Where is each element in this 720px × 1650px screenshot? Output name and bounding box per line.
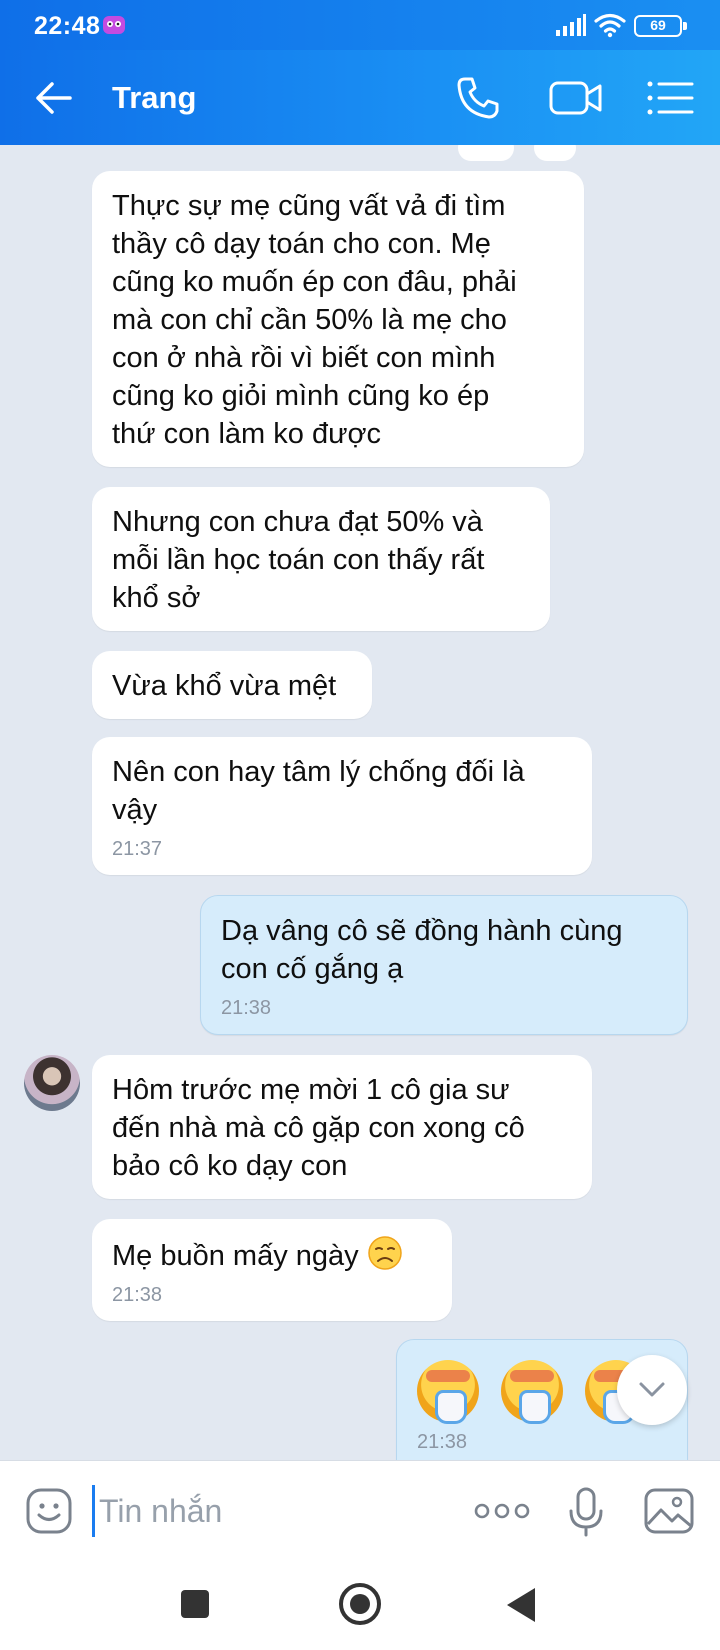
message-text-body: Mẹ buồn mấy ngày bbox=[112, 1240, 359, 1272]
message-input[interactable]: Tin nhắn bbox=[92, 1485, 452, 1537]
status-bar: 22:48 69 bbox=[0, 0, 720, 50]
back-arrow-icon[interactable] bbox=[30, 76, 76, 120]
message-bubble-outgoing[interactable]: Dạ vâng cô sẽ đồng hành cùng con cố gắng… bbox=[200, 895, 688, 1035]
message-list[interactable]: Thực sự mẹ cũng vất vả đi tìm thầy cô dạ… bbox=[0, 145, 720, 1460]
message-time: 21:38 bbox=[221, 997, 272, 1019]
sticker-icon[interactable] bbox=[26, 1488, 72, 1534]
crying-face-emoji bbox=[501, 1360, 563, 1424]
battery-icon: 69 bbox=[634, 15, 687, 37]
message-input-bar: Tin nhắn bbox=[0, 1460, 720, 1560]
message-text: Hôm trước mẹ mời 1 cô gia sư đến nhà mà … bbox=[112, 1074, 525, 1182]
message-text: Thực sự mẹ cũng vất vả đi tìm thầy cô dạ… bbox=[112, 190, 517, 450]
message-text: Vừa khổ vừa mệt bbox=[112, 670, 337, 702]
message-time: 21:38 bbox=[417, 1431, 468, 1453]
message-bubble[interactable]: Vừa khổ vừa mệt bbox=[92, 651, 372, 719]
menu-list-icon[interactable] bbox=[646, 78, 694, 118]
app-notification-icon bbox=[103, 16, 125, 34]
message-bubble[interactable]: Nên con hay tâm lý chống đối là vậy 21:3… bbox=[92, 737, 592, 875]
system-navigation-bar bbox=[0, 1560, 720, 1650]
previous-reaction-stub bbox=[534, 145, 576, 161]
message-text: Mẹ buồn mấy ngày bbox=[112, 1235, 432, 1275]
video-call-icon[interactable] bbox=[549, 78, 603, 118]
message-text: Nên con hay tâm lý chống đối là vậy bbox=[112, 756, 525, 826]
battery-level: 69 bbox=[650, 17, 666, 33]
previous-reaction-stub bbox=[458, 145, 514, 161]
avatar[interactable] bbox=[24, 1055, 80, 1111]
crying-face-emoji bbox=[417, 1360, 479, 1424]
home-button[interactable] bbox=[339, 1583, 381, 1625]
system-back-button[interactable] bbox=[507, 1588, 535, 1622]
more-options-icon[interactable] bbox=[474, 1498, 530, 1524]
status-time: 22:48 bbox=[34, 12, 101, 40]
chat-header: Trang bbox=[0, 50, 720, 145]
phone-icon[interactable] bbox=[455, 75, 501, 121]
message-bubble[interactable]: Hôm trước mẹ mời 1 cô gia sư đến nhà mà … bbox=[92, 1055, 592, 1199]
contact-name[interactable]: Trang bbox=[112, 80, 196, 116]
image-icon[interactable] bbox=[644, 1488, 694, 1534]
scroll-to-bottom-button[interactable] bbox=[617, 1355, 687, 1425]
message-text: Dạ vâng cô sẽ đồng hành cùng con cố gắng… bbox=[221, 915, 623, 985]
signal-icon bbox=[556, 14, 586, 36]
message-bubble[interactable]: Thực sự mẹ cũng vất vả đi tìm thầy cô dạ… bbox=[92, 171, 584, 467]
message-time: 21:37 bbox=[112, 838, 163, 860]
message-time: 21:38 bbox=[112, 1284, 163, 1306]
message-text: Nhưng con chưa đạt 50% và mỗi lần học to… bbox=[112, 506, 485, 614]
microphone-icon[interactable] bbox=[568, 1487, 604, 1537]
chevron-down-icon bbox=[639, 1382, 665, 1397]
sad-face-emoji bbox=[367, 1236, 402, 1270]
message-bubble[interactable]: Mẹ buồn mấy ngày 21:38 bbox=[92, 1219, 452, 1321]
message-bubble[interactable]: Nhưng con chưa đạt 50% và mỗi lần học to… bbox=[92, 487, 550, 631]
recent-apps-button[interactable] bbox=[181, 1590, 209, 1618]
wifi-icon bbox=[594, 13, 626, 38]
